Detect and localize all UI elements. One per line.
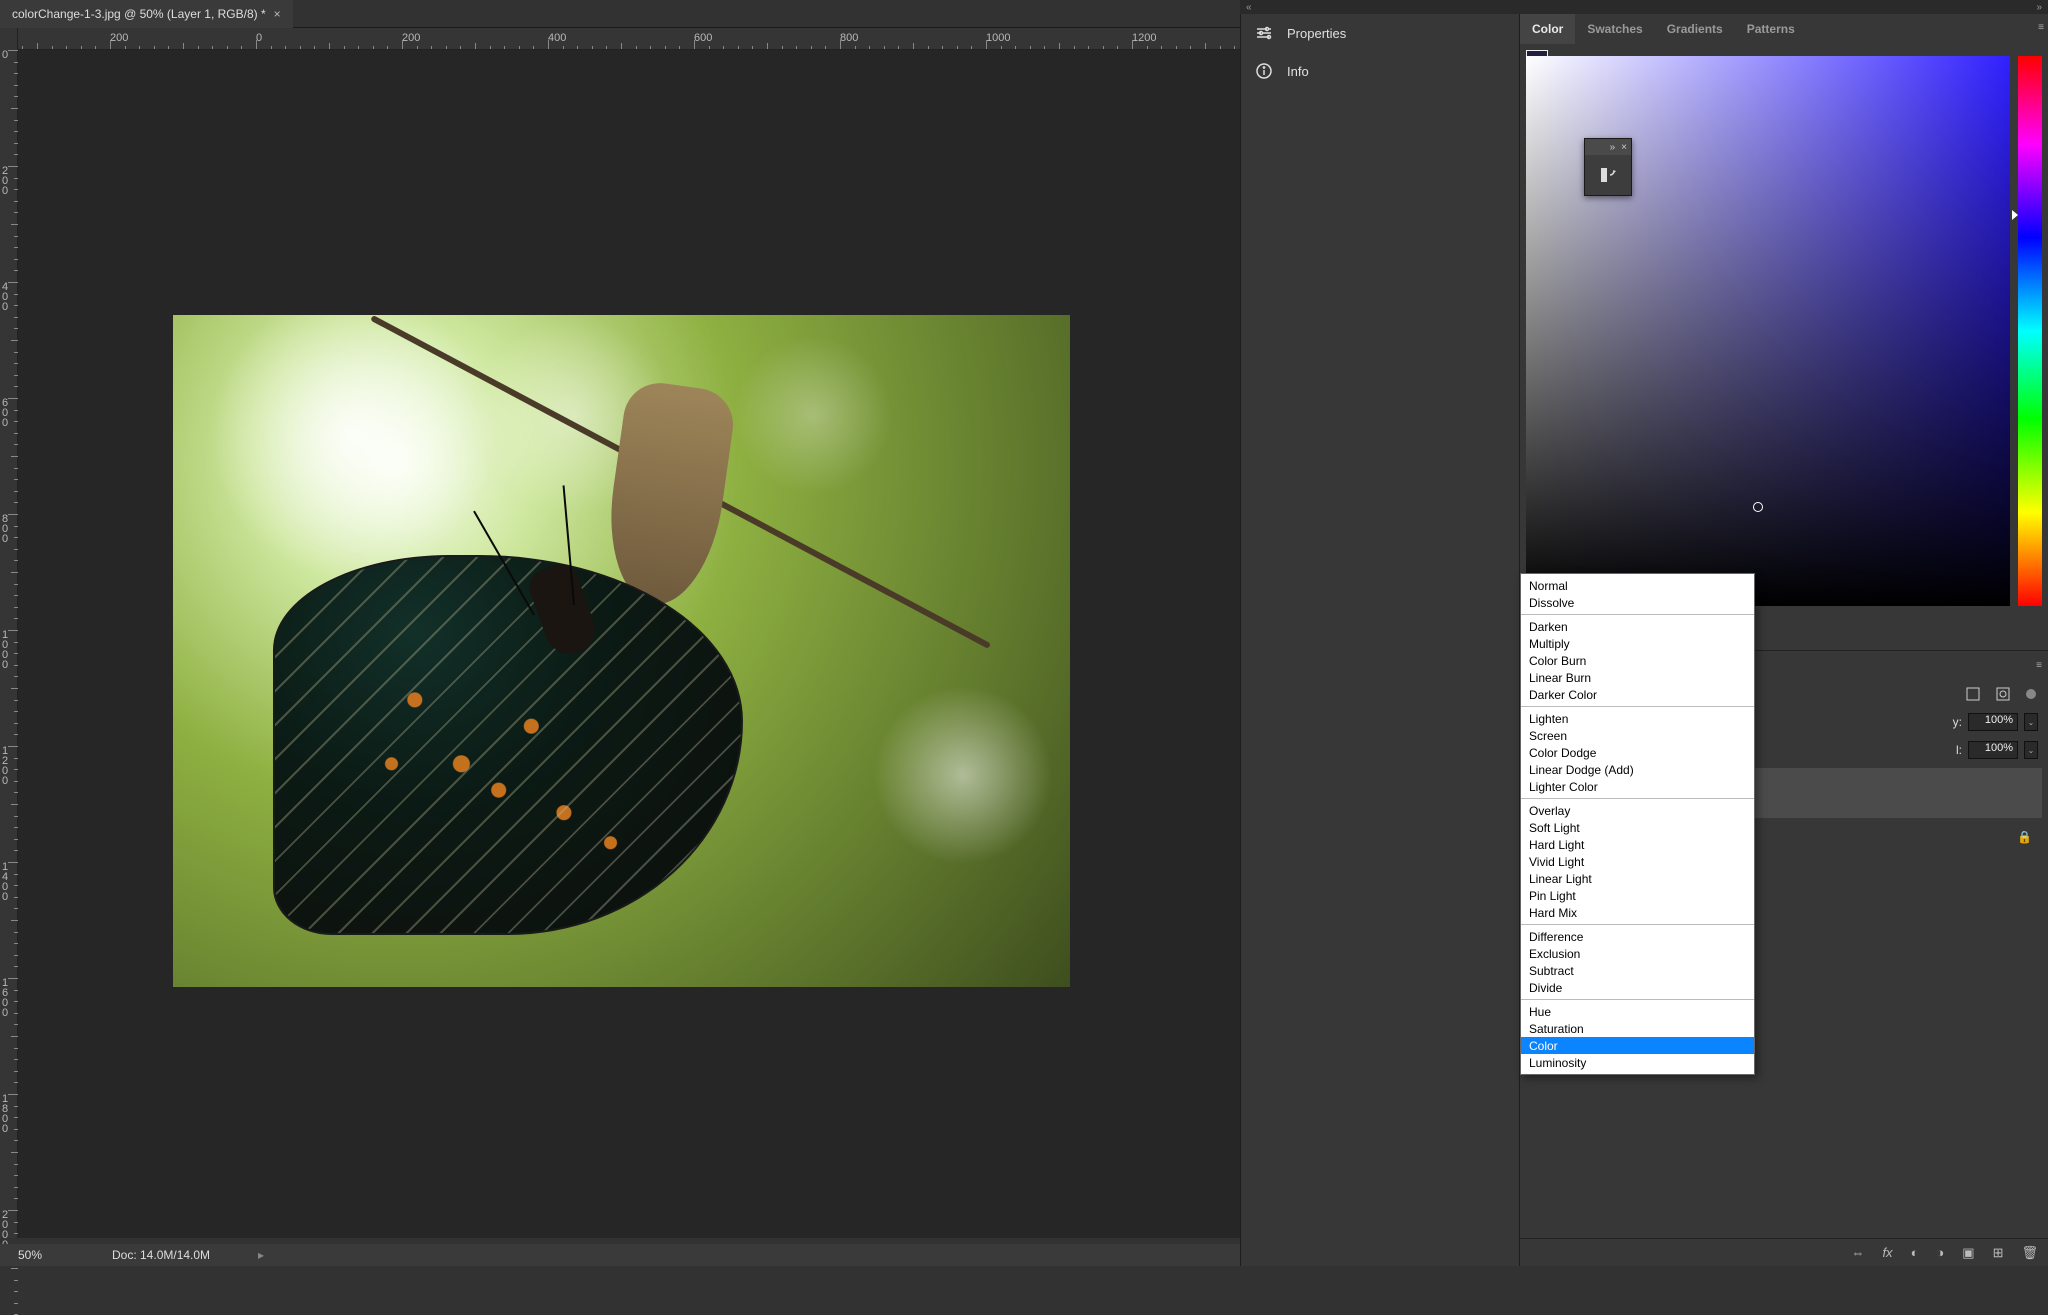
blend-mode-option[interactable]: Vivid Light bbox=[1521, 853, 1754, 870]
floating-tool-panel[interactable]: »× bbox=[1584, 138, 1632, 196]
new-layer-icon[interactable]: ⊞ bbox=[1993, 1245, 2004, 1261]
blend-mode-option[interactable]: Overlay bbox=[1521, 802, 1754, 819]
tab-swatches[interactable]: Swatches bbox=[1575, 14, 1654, 44]
info-icon bbox=[1255, 62, 1273, 80]
panel-menu-icon[interactable]: ≡ bbox=[2038, 22, 2044, 33]
fx-icon[interactable]: fx bbox=[1882, 1245, 1892, 1260]
blend-mode-option[interactable]: Lighter Color bbox=[1521, 778, 1754, 795]
blend-mode-option[interactable]: Color Burn bbox=[1521, 652, 1754, 669]
fill-input[interactable]: 100% bbox=[1968, 741, 2018, 759]
opacity-dropdown-icon[interactable]: ⌄ bbox=[2024, 713, 2038, 731]
group-icon[interactable]: ▣ bbox=[1962, 1245, 1974, 1261]
close-icon[interactable]: × bbox=[274, 7, 281, 21]
opacity-input[interactable]: 100% bbox=[1968, 713, 2018, 731]
blend-mode-option[interactable]: Hard Light bbox=[1521, 836, 1754, 853]
tab-gradients[interactable]: Gradients bbox=[1655, 14, 1735, 44]
blend-mode-option[interactable]: Linear Burn bbox=[1521, 669, 1754, 686]
chevron-right-icon[interactable]: » bbox=[1610, 142, 1616, 153]
blend-mode-option[interactable]: Exclusion bbox=[1521, 945, 1754, 962]
fill-label: l: bbox=[1956, 743, 1962, 757]
blend-mode-option[interactable]: Multiply bbox=[1521, 635, 1754, 652]
color-sampler-icon[interactable] bbox=[1585, 155, 1631, 195]
saturation-value-picker[interactable]: »× bbox=[1526, 56, 2010, 606]
adjustment-icon[interactable]: ◑ bbox=[1936, 1245, 1944, 1260]
info-panel-tab[interactable]: Info bbox=[1241, 52, 1519, 90]
blend-mode-option[interactable]: Divide bbox=[1521, 979, 1754, 996]
opacity-label: y: bbox=[1953, 715, 1962, 729]
document-tabs: colorChange-1-3.jpg @ 50% (Layer 1, RGB/… bbox=[0, 0, 1240, 28]
canvas[interactable] bbox=[18, 50, 1240, 1238]
sv-cursor[interactable] bbox=[1753, 502, 1763, 512]
collapse-left-icon[interactable]: « bbox=[1246, 2, 1252, 13]
hue-cursor[interactable] bbox=[2012, 210, 2018, 220]
link-layers-icon[interactable]: ⇔ bbox=[1851, 1245, 1864, 1260]
status-more-icon[interactable]: ▸ bbox=[210, 1248, 264, 1262]
blend-mode-option[interactable]: Difference bbox=[1521, 928, 1754, 945]
blend-mode-option[interactable]: Pin Light bbox=[1521, 887, 1754, 904]
document-tab[interactable]: colorChange-1-3.jpg @ 50% (Layer 1, RGB/… bbox=[0, 0, 293, 28]
collapse-right-icon[interactable]: » bbox=[2036, 2, 2042, 13]
lock-icon[interactable]: 🔒 bbox=[2017, 830, 2032, 844]
blend-mode-option[interactable]: Linear Light bbox=[1521, 870, 1754, 887]
blend-mode-option[interactable]: Dissolve bbox=[1521, 594, 1754, 611]
blend-mode-option[interactable]: Saturation bbox=[1521, 1020, 1754, 1037]
blend-mode-dropdown[interactable]: NormalDissolveDarkenMultiplyColor BurnLi… bbox=[1520, 573, 1755, 1075]
mask-icon[interactable]: ◐ bbox=[1911, 1245, 1919, 1260]
panel-label: Info bbox=[1287, 64, 1309, 79]
blend-mode-option[interactable]: Darken bbox=[1521, 618, 1754, 635]
color-panel-tabs: Color Swatches Gradients Patterns ≡ bbox=[1520, 14, 2048, 44]
blend-mode-option[interactable]: Soft Light bbox=[1521, 819, 1754, 836]
doc-info: Doc: 14.0M/14.0M bbox=[100, 1248, 210, 1262]
document-tab-title: colorChange-1-3.jpg @ 50% (Layer 1, RGB/… bbox=[12, 7, 266, 21]
blend-mode-option[interactable]: Lighten bbox=[1521, 710, 1754, 727]
document-image[interactable] bbox=[173, 315, 1070, 987]
blend-mode-option[interactable]: Darker Color bbox=[1521, 686, 1754, 703]
hue-slider[interactable] bbox=[2018, 56, 2042, 606]
tab-patterns[interactable]: Patterns bbox=[1735, 14, 1807, 44]
blend-mode-option[interactable]: Luminosity bbox=[1521, 1054, 1754, 1071]
tab-color[interactable]: Color bbox=[1520, 14, 1575, 44]
blend-mode-option[interactable]: Hue bbox=[1521, 1003, 1754, 1020]
panel-label: Properties bbox=[1287, 26, 1346, 41]
blend-mode-option[interactable]: Color Dodge bbox=[1521, 744, 1754, 761]
blend-mode-option[interactable]: Subtract bbox=[1521, 962, 1754, 979]
filter-toggle-dot[interactable] bbox=[2026, 689, 2036, 699]
blend-mode-option[interactable]: Linear Dodge (Add) bbox=[1521, 761, 1754, 778]
close-icon[interactable]: × bbox=[1621, 142, 1627, 153]
panel-top-bar: « » bbox=[1240, 0, 2048, 14]
panel-menu-icon[interactable]: ≡ bbox=[2036, 660, 2042, 671]
delete-layer-icon[interactable]: 🗑 bbox=[2021, 1245, 2038, 1261]
status-bar: 50% Doc: 14.0M/14.0M ▸ bbox=[0, 1244, 1240, 1266]
ruler-vertical[interactable]: 0200400600800100012001400160018002000 bbox=[0, 28, 18, 1238]
blend-mode-option[interactable]: Color bbox=[1521, 1037, 1754, 1054]
layers-bottom-toolbar: ⇔ fx ◐ ◑ ▣ ⊞ 🗑 bbox=[1520, 1238, 2048, 1266]
blend-mode-option[interactable]: Normal bbox=[1521, 577, 1754, 594]
fill-dropdown-icon[interactable]: ⌄ bbox=[2024, 741, 2038, 759]
blend-mode-option[interactable]: Screen bbox=[1521, 727, 1754, 744]
collapsed-panels: Properties Info bbox=[1240, 14, 1520, 1266]
sliders-icon bbox=[1255, 24, 1273, 42]
properties-panel-tab[interactable]: Properties bbox=[1241, 14, 1519, 52]
ruler-horizontal[interactable]: 4002000200400600800100012001400160018002… bbox=[18, 28, 1240, 50]
blend-mode-option[interactable]: Hard Mix bbox=[1521, 904, 1754, 921]
zoom-value[interactable]: 50% bbox=[0, 1248, 100, 1262]
